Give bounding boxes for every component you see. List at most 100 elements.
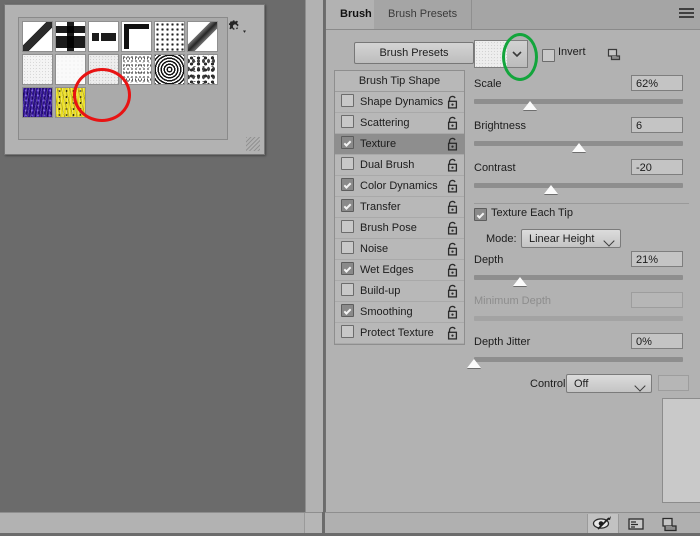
canvas-vertical-scrollbar[interactable] xyxy=(305,0,323,512)
option-label: Brush Pose xyxy=(360,222,417,234)
option-label: Build-up xyxy=(360,285,401,297)
pattern-picker-popup[interactable] xyxy=(4,4,265,155)
contrast-slider-track[interactable] xyxy=(474,183,683,188)
yellow-fibers-pattern[interactable] xyxy=(55,87,86,118)
lock-icon[interactable] xyxy=(446,95,459,109)
lock-icon[interactable] xyxy=(446,137,459,151)
option-label: Color Dynamics xyxy=(360,180,438,192)
create-new-brush-icon[interactable] xyxy=(655,514,685,533)
scrollbar-corner xyxy=(304,513,322,533)
lock-icon[interactable] xyxy=(446,116,459,130)
brush-presets-button[interactable]: Brush Presets xyxy=(354,42,474,64)
scale-value[interactable]: 62% xyxy=(631,75,683,91)
option-checkbox[interactable] xyxy=(341,262,354,275)
depth-jitter-slider-track[interactable] xyxy=(474,357,683,362)
invert-checkbox[interactable] xyxy=(542,49,555,62)
chevron-down-icon xyxy=(603,235,615,247)
depth-value[interactable]: 21% xyxy=(631,251,683,267)
option-checkbox[interactable] xyxy=(341,220,354,233)
brush-panel-bottom-bar xyxy=(325,512,700,533)
brush-tip-shape-header[interactable]: Brush Tip Shape xyxy=(335,71,464,92)
light-noise-pattern[interactable] xyxy=(22,54,53,85)
toggle-live-tip-brush-preview-icon[interactable] xyxy=(587,514,619,533)
resize-grip[interactable] xyxy=(246,137,260,151)
depth-label: Depth xyxy=(474,254,504,266)
brush-option-build-up[interactable]: Build-up xyxy=(335,281,464,302)
contrast-value[interactable]: -20 xyxy=(631,159,683,175)
brush-option-dual-brush[interactable]: Dual Brush xyxy=(335,155,464,176)
lock-icon[interactable] xyxy=(446,284,459,298)
option-label: Transfer xyxy=(360,201,401,213)
polka-dot-pattern[interactable] xyxy=(154,21,185,52)
depth-slider-track[interactable] xyxy=(474,275,683,280)
option-checkbox[interactable] xyxy=(341,178,354,191)
concentric-squares-pattern[interactable] xyxy=(154,54,185,85)
pattern-swatch-grid[interactable] xyxy=(18,17,228,140)
depth-jitter-slider-thumb[interactable] xyxy=(467,359,481,368)
lock-icon[interactable] xyxy=(446,158,459,172)
horizontal-dash-pattern[interactable] xyxy=(88,21,119,52)
brush-option-protect-texture[interactable]: Protect Texture xyxy=(335,323,464,344)
brush-option-transfer[interactable]: Transfer xyxy=(335,197,464,218)
option-checkbox[interactable] xyxy=(341,115,354,128)
brush-option-color-dynamics[interactable]: Color Dynamics xyxy=(335,176,464,197)
mode-select[interactable]: Linear Height xyxy=(521,229,621,248)
scale-slider-thumb[interactable] xyxy=(523,101,538,110)
option-label: Dual Brush xyxy=(360,159,415,171)
depth-jitter-value[interactable]: 0% xyxy=(631,333,683,349)
control-select[interactable]: Off xyxy=(566,374,652,393)
brush-option-smoothing[interactable]: Smoothing xyxy=(335,302,464,323)
lock-icon[interactable] xyxy=(446,200,459,214)
clouds-texture-pattern[interactable] xyxy=(187,54,218,85)
option-checkbox[interactable] xyxy=(341,283,354,296)
white-paper-pattern[interactable] xyxy=(55,54,86,85)
minimum-depth-value xyxy=(631,292,683,308)
tab-brush-presets[interactable]: Brush Presets xyxy=(374,0,473,29)
brush-option-shape-dynamics[interactable]: Shape Dynamics xyxy=(335,92,464,113)
lock-icon[interactable] xyxy=(446,305,459,319)
depth-slider-thumb[interactable] xyxy=(512,277,527,286)
vertical-bar-pattern[interactable] xyxy=(55,21,86,52)
contrast-slider-thumb[interactable] xyxy=(544,185,559,194)
hamburger-menu-icon[interactable] xyxy=(679,8,694,20)
thick-diagonal-pattern[interactable] xyxy=(187,21,218,52)
brush-option-noise[interactable]: Noise xyxy=(335,239,464,260)
blue-fibers-pattern[interactable] xyxy=(22,87,53,118)
lock-icon[interactable] xyxy=(446,221,459,235)
option-checkbox[interactable] xyxy=(341,199,354,212)
brush-option-texture[interactable]: Texture xyxy=(335,134,464,155)
mode-value: Linear Height xyxy=(529,233,595,245)
brightness-value[interactable]: 6 xyxy=(631,117,683,133)
texture-dropdown-chevron[interactable] xyxy=(507,40,528,68)
fine-grain-pattern[interactable] xyxy=(121,54,152,85)
control-value: Off xyxy=(574,378,589,390)
diagonal-line-pattern[interactable] xyxy=(22,21,53,52)
square-corner-pattern[interactable] xyxy=(121,21,152,52)
option-checkbox[interactable] xyxy=(341,241,354,254)
brush-option-brush-pose[interactable]: Brush Pose xyxy=(335,218,464,239)
lock-icon[interactable] xyxy=(446,326,459,340)
option-checkbox[interactable] xyxy=(341,157,354,170)
brush-option-scattering[interactable]: Scattering xyxy=(335,113,464,134)
texture-pattern-thumbnail[interactable] xyxy=(474,40,508,68)
brush-option-wet-edges[interactable]: Wet Edges xyxy=(335,260,464,281)
texture-each-tip-checkbox[interactable] xyxy=(474,208,487,221)
option-checkbox[interactable] xyxy=(341,136,354,149)
option-label: Scattering xyxy=(360,117,410,129)
canvas-horizontal-scrollbar[interactable] xyxy=(0,512,322,533)
scale-slider-track[interactable] xyxy=(474,99,683,104)
lock-icon[interactable] xyxy=(446,179,459,193)
depth-jitter-label: Depth Jitter xyxy=(474,336,531,348)
control-label: Control: xyxy=(530,378,569,390)
selected-grain-pattern[interactable] xyxy=(88,54,119,85)
option-checkbox[interactable] xyxy=(341,304,354,317)
new-texture-icon[interactable] xyxy=(607,47,621,61)
option-checkbox[interactable] xyxy=(341,325,354,338)
option-checkbox[interactable] xyxy=(341,94,354,107)
option-label: Noise xyxy=(360,243,389,255)
gear-icon[interactable] xyxy=(228,19,248,35)
lock-icon[interactable] xyxy=(446,263,459,277)
brush-panel-icon[interactable] xyxy=(621,514,651,533)
lock-icon[interactable] xyxy=(446,242,459,256)
brightness-slider-thumb[interactable] xyxy=(571,143,586,152)
